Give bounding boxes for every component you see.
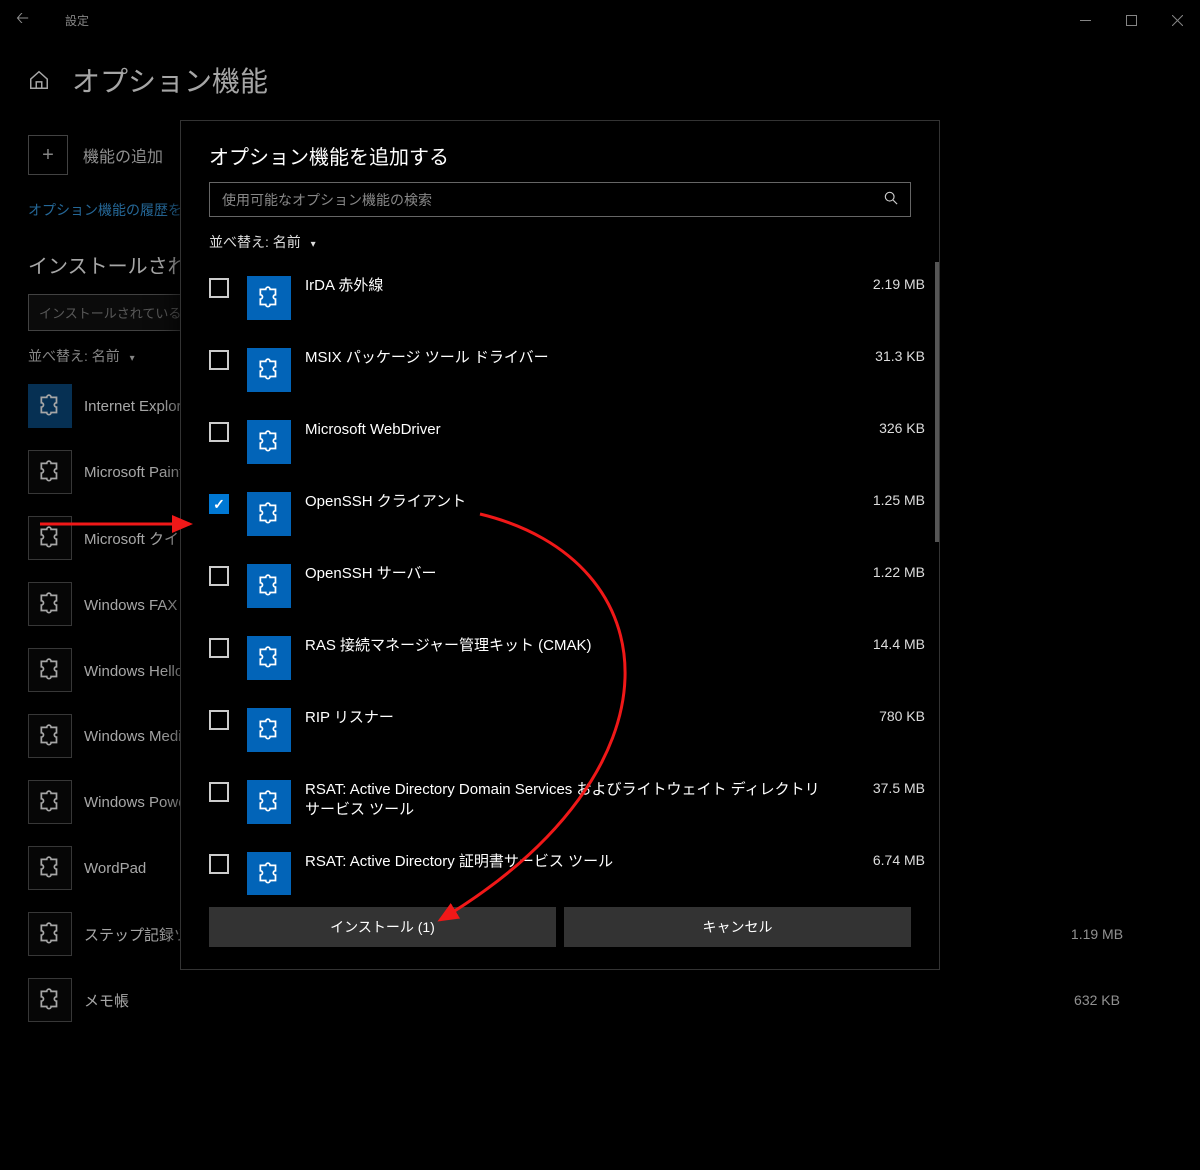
add-feature-label: 機能の追加	[83, 143, 163, 167]
feature-size: 31.3 KB	[845, 348, 925, 364]
install-button[interactable]: インストール (1)	[209, 907, 556, 947]
feature-size: 14.4 MB	[845, 636, 925, 652]
puzzle-icon	[247, 492, 291, 536]
puzzle-icon	[28, 912, 72, 956]
home-icon[interactable]	[28, 69, 50, 91]
available-features-list: IrDA 赤外線2.19 MBMSIX パッケージ ツール ドライバー31.3 …	[181, 262, 939, 895]
feature-size: 1.19 MB	[1022, 926, 1172, 942]
installed-feature-row[interactable]: メモ帳 632 KB	[28, 978, 1172, 1022]
feature-size: 1.22 MB	[845, 564, 925, 580]
puzzle-icon	[247, 636, 291, 680]
puzzle-icon	[28, 846, 72, 890]
feature-name: RSAT: Active Directory 証明書サービス ツール	[305, 852, 845, 872]
puzzle-icon	[28, 648, 72, 692]
puzzle-icon	[28, 714, 72, 758]
available-feature-row[interactable]: RSAT: Active Directory 証明書サービス ツール6.74 M…	[201, 838, 933, 895]
available-feature-row[interactable]: OpenSSH サーバー1.22 MB	[201, 550, 933, 622]
window-title: 設定	[65, 12, 89, 29]
feature-size: 2.19 MB	[845, 276, 925, 292]
available-feature-row[interactable]: Microsoft WebDriver326 KB	[201, 406, 933, 478]
puzzle-icon	[247, 420, 291, 464]
checkbox[interactable]	[209, 782, 229, 802]
back-button[interactable]: 🡠	[0, 7, 45, 34]
search-icon	[884, 191, 898, 208]
checkbox[interactable]	[209, 278, 229, 298]
feature-name: RIP リスナー	[305, 708, 845, 728]
feature-size: 1.25 MB	[845, 492, 925, 508]
feature-name: RSAT: Active Directory Domain Services お…	[305, 780, 845, 819]
feature-name: Microsoft Paint	[84, 464, 183, 481]
add-icon: +	[28, 135, 68, 175]
puzzle-icon	[247, 276, 291, 320]
page-title: オプション機能	[72, 60, 268, 100]
feature-name: メモ帳	[84, 990, 129, 1011]
available-feature-row[interactable]: MSIX パッケージ ツール ドライバー31.3 KB	[201, 334, 933, 406]
puzzle-icon	[28, 978, 72, 1022]
available-feature-row[interactable]: RAS 接続マネージャー管理キット (CMAK)14.4 MB	[201, 622, 933, 694]
feature-size: 6.74 MB	[845, 852, 925, 868]
feature-size: 780 KB	[845, 708, 925, 724]
maximize-button[interactable]	[1108, 0, 1154, 40]
checkbox[interactable]	[209, 350, 229, 370]
dialog-search[interactable]	[209, 182, 911, 217]
puzzle-icon	[28, 516, 72, 560]
feature-size: 37.5 MB	[845, 780, 925, 796]
page-header: オプション機能	[0, 40, 1200, 110]
feature-size: 326 KB	[845, 420, 925, 436]
checkbox[interactable]	[209, 638, 229, 658]
available-feature-row[interactable]: IrDA 赤外線2.19 MB	[201, 262, 933, 334]
scrollbar[interactable]	[935, 262, 939, 895]
puzzle-icon	[247, 780, 291, 824]
feature-name: IrDA 赤外線	[305, 276, 845, 296]
available-feature-row[interactable]: RSAT: Active Directory Domain Services お…	[201, 766, 933, 838]
checkbox[interactable]	[209, 494, 229, 514]
feature-name: MSIX パッケージ ツール ドライバー	[305, 348, 845, 368]
dialog-title: オプション機能を追加する	[181, 121, 939, 182]
chevron-down-icon: ▾	[311, 239, 316, 250]
puzzle-icon	[28, 384, 72, 428]
titlebar: 🡠 設定	[0, 0, 1200, 40]
available-feature-row[interactable]: OpenSSH クライアント1.25 MB	[201, 478, 933, 550]
minimize-button[interactable]	[1062, 0, 1108, 40]
puzzle-icon	[28, 450, 72, 494]
dialog-sort[interactable]: 並べ替え: 名前 ▾	[181, 232, 939, 262]
puzzle-icon	[247, 348, 291, 392]
feature-name: WordPad	[84, 860, 146, 877]
puzzle-icon	[247, 852, 291, 895]
close-button[interactable]	[1154, 0, 1200, 40]
chevron-down-icon: ▾	[130, 353, 135, 364]
puzzle-icon	[247, 708, 291, 752]
checkbox[interactable]	[209, 710, 229, 730]
puzzle-icon	[28, 582, 72, 626]
feature-name: OpenSSH サーバー	[305, 564, 845, 584]
feature-name: Microsoft WebDriver	[305, 420, 845, 440]
checkbox[interactable]	[209, 422, 229, 442]
available-feature-row[interactable]: RIP リスナー780 KB	[201, 694, 933, 766]
checkbox[interactable]	[209, 854, 229, 874]
add-feature-dialog: オプション機能を追加する 並べ替え: 名前 ▾ IrDA 赤外線2.19 MBM…	[180, 120, 940, 970]
feature-name: RAS 接続マネージャー管理キット (CMAK)	[305, 636, 845, 656]
puzzle-icon	[247, 564, 291, 608]
puzzle-icon	[28, 780, 72, 824]
search-input[interactable]	[222, 192, 884, 208]
cancel-button[interactable]: キャンセル	[564, 907, 911, 947]
feature-size: 632 KB	[1022, 992, 1172, 1008]
checkbox[interactable]	[209, 566, 229, 586]
feature-name: OpenSSH クライアント	[305, 492, 845, 512]
